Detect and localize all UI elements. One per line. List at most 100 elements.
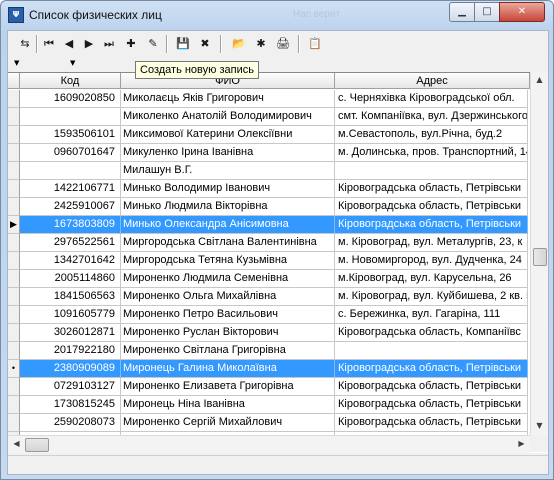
cell-address[interactable]: м. Новомиргород, вул. Дудченка, 24 (335, 252, 528, 270)
cell-fio[interactable]: Мироненко Елизавета Григорівна (121, 378, 335, 396)
cell-code[interactable]: 1730815245 (20, 396, 121, 414)
cell-code[interactable]: 0960701647 (20, 144, 121, 162)
table-row[interactable]: 2005114860 Мироненко Людмила Семенівна м.К… (8, 270, 548, 288)
cell-address[interactable]: Кіровоградська область, Петрівськи (335, 360, 528, 378)
cell-fio[interactable]: Миронець Ніна Іванівна (121, 396, 335, 414)
horizontal-scrollbar[interactable]: ◀ ▶ (8, 435, 530, 453)
cell-fio[interactable]: Мироненко Світлана Григорівна (121, 342, 335, 360)
cell-code[interactable] (20, 108, 121, 126)
column-header-code[interactable]: Код (20, 73, 121, 89)
table-row[interactable]: 1342701642 Миргородська Тетяна Кузьмівна м… (8, 252, 548, 270)
minimize-button[interactable]: ▁ (449, 2, 475, 22)
cell-address[interactable]: м. Кіровоград, вул. Куйбишева, 2 кв. 5 (335, 288, 528, 306)
cell-code[interactable]: 1673803809 (20, 216, 121, 234)
cell-code[interactable]: 1342701642 (20, 252, 121, 270)
records-grid[interactable]: Код ФИО Адрес 1609020850 Миколаєць Яків Г… (8, 72, 548, 453)
cell-fio[interactable]: Минько Людмила Вікторівна (121, 198, 335, 216)
select-icon[interactable]: ✱ (252, 35, 270, 53)
last-record-icon[interactable]: ⏭ (100, 35, 118, 53)
cell-fio[interactable]: Миронець Галина Миколаївна (121, 360, 335, 378)
table-row[interactable]: 0960701647 Микуленко Ірина Іванівна м. Дол… (8, 144, 548, 162)
table-row[interactable]: 1593506101 Миксимової Катерини Олексіївни… (8, 126, 548, 144)
close-button[interactable]: ✕ (499, 2, 545, 22)
cell-code[interactable]: 2590208073 (20, 414, 121, 432)
table-row[interactable]: Миколенко Анатолій Володимирович смт. Ком… (8, 108, 548, 126)
clipboard-icon[interactable]: 📋 (306, 35, 324, 53)
delete-record-icon[interactable]: ✖ (196, 35, 214, 53)
open-folder-icon[interactable]: 📂 (230, 35, 248, 53)
filter-reset-icon[interactable]: ⇆ (16, 35, 34, 53)
cell-code[interactable]: 0729103127 (20, 378, 121, 396)
cell-address[interactable]: м.Кіровоград, вул. Карусельна, 26 (335, 270, 528, 288)
cell-fio[interactable]: Миксимової Катерини Олексіївни (121, 126, 335, 144)
cell-code[interactable] (20, 162, 121, 180)
column-header-address[interactable]: Адрес (335, 73, 530, 89)
scroll-up-arrow-icon[interactable]: ▲ (531, 72, 548, 88)
table-row[interactable]: 1841506563 Мироненко Ольга Михайлівна м. К… (8, 288, 548, 306)
cell-address[interactable]: с. Бережинка, вул. Гагаріна, 111 (335, 306, 528, 324)
cell-address[interactable]: Кіровоградська область, Петрівськи (335, 198, 528, 216)
table-row[interactable]: 1091605779 Мироненко Петро Васильович с. Б… (8, 306, 548, 324)
cell-code[interactable]: 2005114860 (20, 270, 121, 288)
cell-code[interactable]: 1609020850 (20, 90, 121, 108)
cell-fio[interactable]: Миколаєць Яків Григорович (121, 90, 335, 108)
cell-code[interactable]: 1593506101 (20, 126, 121, 144)
cell-code[interactable]: 1841506563 (20, 288, 121, 306)
cell-address[interactable]: Кіровоградська область, Петрівськи (335, 378, 528, 396)
cell-fio[interactable]: Мироненко Ольга Михайлівна (121, 288, 335, 306)
table-row[interactable]: 3026012871 Мироненко Руслан Вікторович Кір… (8, 324, 548, 342)
cell-fio[interactable]: Мироненко Петро Васильович (121, 306, 335, 324)
table-row[interactable]: ▶ 1673803809 Минько Олександра Анісимовна К… (8, 216, 548, 234)
table-row[interactable]: 2017922180 Мироненко Світлана Григорівна (8, 342, 548, 360)
cell-fio[interactable]: Милашун В.Г. (121, 162, 335, 180)
cell-address[interactable] (335, 162, 528, 180)
filter-dropdown-icon[interactable]: ▼ (14, 59, 19, 67)
table-row[interactable]: 2590208073 Мироненко Сергій Михайлович Кір… (8, 414, 548, 432)
cell-address[interactable]: Кіровоградська область, Петрівськи (335, 216, 528, 234)
table-row[interactable]: 0729103127 Мироненко Елизавета Григорівна… (8, 378, 548, 396)
table-row[interactable]: 2425910067 Минько Людмила Вікторівна Кіров… (8, 198, 548, 216)
table-row[interactable]: 2976522561 Миргородська Світлана Валентин… (8, 234, 548, 252)
maximize-button[interactable]: □ (474, 2, 500, 22)
cell-code[interactable]: 2976522561 (20, 234, 121, 252)
first-record-icon[interactable]: ⏮ (40, 35, 58, 53)
cell-address[interactable]: Кіровоградська область, Петрівськи (335, 180, 528, 198)
save-icon[interactable]: 💾 (174, 35, 192, 53)
cell-fio[interactable]: Миколенко Анатолій Володимирович (121, 108, 335, 126)
cell-fio[interactable]: Мироненко Руслан Вікторович (121, 324, 335, 342)
cell-address[interactable]: м. Долинська, пров. Транспортний, 14 (335, 144, 528, 162)
cell-address[interactable]: Кіровоградська область, Петрівськи (335, 414, 528, 432)
vertical-scrollbar[interactable]: ▲ ▼ (530, 72, 548, 452)
table-row[interactable]: • 2380909089 Миронець Галина Миколаївна Кір… (8, 360, 548, 378)
cell-code[interactable]: 2017922180 (20, 342, 121, 360)
filter-dropdown-icon-2[interactable]: ▼ (70, 59, 75, 67)
cell-fio[interactable]: Минько Олександра Анісимовна (121, 216, 335, 234)
scroll-right-arrow-icon[interactable]: ▶ (513, 436, 530, 452)
print-icon[interactable]: 🖨 (274, 35, 292, 53)
title-bar[interactable]: Ψ Список физических лиц Нас верит ▁ □ ✕ (1, 1, 553, 29)
cell-fio[interactable]: Миргородська Світлана Валентинівна (121, 234, 335, 252)
cell-code[interactable]: 1091605779 (20, 306, 121, 324)
cell-fio[interactable]: Микуленко Ірина Іванівна (121, 144, 335, 162)
vertical-scroll-thumb[interactable] (533, 248, 547, 266)
new-record-icon[interactable]: ✚ (122, 35, 140, 53)
scroll-down-arrow-icon[interactable]: ▼ (531, 418, 548, 434)
cell-fio[interactable]: Минько Володимир Іванович (121, 180, 335, 198)
cell-address[interactable] (335, 342, 528, 360)
cell-code[interactable]: 2380909089 (20, 360, 121, 378)
scroll-left-arrow-icon[interactable]: ◀ (8, 436, 25, 452)
cell-code[interactable]: 1422106771 (20, 180, 121, 198)
cell-address[interactable]: м. Кіровоград, вул. Металургів, 23, к (335, 234, 528, 252)
cell-fio[interactable]: Мироненко Людмила Семенівна (121, 270, 335, 288)
cell-address[interactable]: смт. Компаніївка, вул. Дзержинського (335, 108, 528, 126)
cell-code[interactable]: 3026012871 (20, 324, 121, 342)
table-row[interactable]: 1609020850 Миколаєць Яків Григорович с. Че… (8, 90, 548, 108)
cell-fio[interactable]: Мироненко Сергій Михайлович (121, 414, 335, 432)
table-row[interactable]: 1730815245 Миронець Ніна Іванівна Кіровогр… (8, 396, 548, 414)
table-row[interactable]: Милашун В.Г. (8, 162, 548, 180)
cell-address[interactable]: с. Черняхівка Кіровоградської обл. (335, 90, 528, 108)
cell-fio[interactable]: Миргородська Тетяна Кузьмівна (121, 252, 335, 270)
edit-record-icon[interactable]: ✎ (144, 35, 162, 53)
cell-address[interactable]: м.Севастополь, вул.Річна, буд.2 (335, 126, 528, 144)
table-row[interactable]: 1422106771 Минько Володимир Іванович Кіров… (8, 180, 548, 198)
